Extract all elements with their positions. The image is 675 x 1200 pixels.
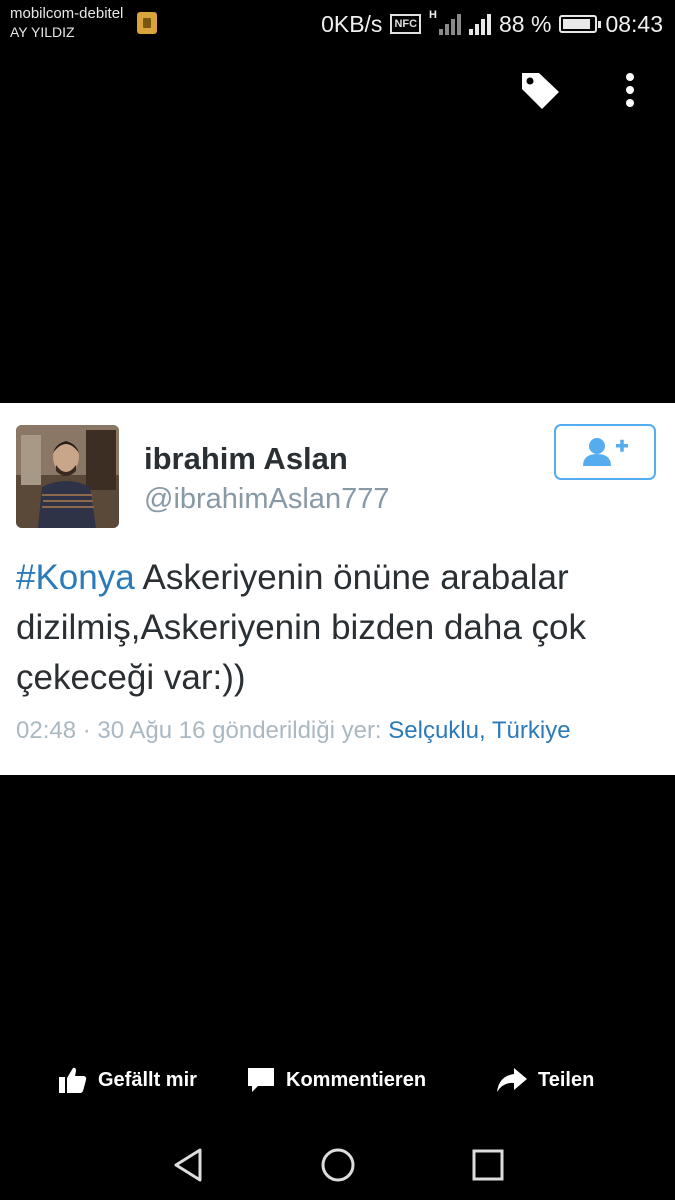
tweet-location[interactable]: Selçuklu, Türkiye — [388, 717, 570, 744]
status-bar: mobilcom-debitel AY YILDIZ 0KB/s NFC H 8… — [0, 0, 675, 48]
signal-icon-sim2 — [439, 13, 461, 35]
share-button[interactable]: Teilen — [496, 1055, 594, 1105]
hashtag-link[interactable]: #Konya — [16, 558, 135, 597]
carrier-name: mobilcom-debitel — [10, 5, 124, 22]
tweet-text: #Konya Askeriyenin önüne arabalar dizilm… — [16, 553, 656, 703]
thumbs-up-icon — [59, 1067, 87, 1093]
back-icon[interactable] — [168, 1145, 208, 1185]
home-icon[interactable] — [318, 1145, 358, 1185]
more-vert-icon[interactable] — [620, 72, 640, 112]
like-button[interactable]: Gefällt mir — [58, 1055, 197, 1105]
battery-icon — [559, 15, 602, 33]
like-label: Gefällt mir — [98, 1068, 197, 1091]
clock: 08:43 — [605, 10, 663, 37]
add-user-icon — [583, 438, 628, 466]
tweet-meta: 02:48 · 30 Ağu 16 gönderildiği yer: Selç… — [16, 717, 571, 745]
sim-lock-icon — [137, 12, 157, 34]
sent-from-label: gönderildiği yer: — [205, 717, 389, 744]
tweet-card[interactable]: ibrahim Aslan @ibrahimAslan777 #Konya As… — [0, 403, 675, 775]
tag-icon[interactable] — [519, 70, 561, 110]
carrier-secondary: AY YILDIZ — [10, 24, 75, 40]
screen: mobilcom-debitel AY YILDIZ 0KB/s NFC H 8… — [0, 0, 675, 1200]
comment-icon — [248, 1068, 274, 1092]
navigation-bar — [0, 1130, 675, 1200]
avatar[interactable] — [16, 425, 119, 528]
share-arrow-icon — [497, 1068, 527, 1092]
share-label: Teilen — [538, 1068, 595, 1091]
comment-label: Kommentieren — [286, 1068, 427, 1091]
status-indicators: 0KB/s NFC H 88 % 08:43 — [321, 8, 663, 40]
author-name[interactable]: ibrahim Aslan — [144, 441, 348, 477]
comment-button[interactable]: Kommentieren — [246, 1055, 426, 1105]
battery-percent: 88 % — [499, 10, 552, 37]
tweet-timestamp[interactable]: 02:48 · 30 Ağu 16 — [16, 717, 206, 744]
follow-button[interactable] — [554, 424, 656, 480]
data-speed: 0KB/s — [321, 10, 383, 37]
recents-icon[interactable] — [468, 1145, 508, 1185]
signal-icon — [469, 13, 491, 35]
author-handle[interactable]: @ibrahimAslan777 — [144, 483, 389, 516]
nfc-icon: NFC — [390, 14, 422, 34]
network-type: H — [429, 9, 437, 21]
carrier-info: mobilcom-debitel AY YILDIZ — [10, 4, 123, 42]
post-actions: Gefällt mir Kommentieren Teilen — [0, 1055, 675, 1105]
